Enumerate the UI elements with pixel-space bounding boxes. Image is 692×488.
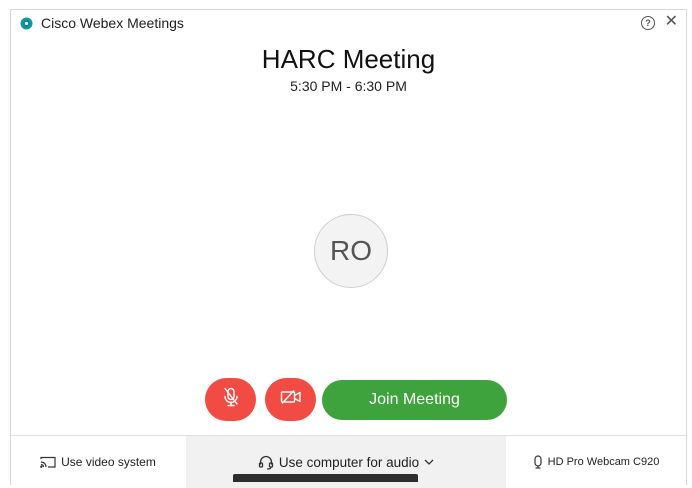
camera-selector[interactable]: HD Pro Webcam C920	[506, 436, 686, 488]
mute-button[interactable]	[205, 378, 256, 421]
use-video-system-label: Use video system	[61, 455, 156, 469]
meeting-time: 5:30 PM - 6:30 PM	[290, 78, 407, 94]
cast-icon	[40, 456, 56, 468]
avatar: RO	[314, 214, 388, 288]
webcam-icon	[533, 455, 543, 469]
title-bar: Cisco Webex Meetings ? ✕	[11, 10, 686, 36]
camera-off-icon	[280, 389, 302, 410]
chevron-down-icon	[424, 459, 434, 465]
webex-logo-icon	[20, 17, 33, 30]
close-icon[interactable]: ✕	[665, 13, 678, 31]
overlay-strip	[233, 474, 418, 482]
audio-option-label: Use computer for audio	[278, 454, 420, 470]
use-video-system-button[interactable]: Use video system	[11, 436, 185, 488]
camera-label: HD Pro Webcam C920	[547, 456, 660, 468]
headset-icon	[258, 455, 274, 470]
webex-window: Cisco Webex Meetings ? ✕ HARC Meeting 5:…	[10, 9, 687, 488]
help-icon[interactable]: ?	[641, 16, 655, 30]
app-title: Cisco Webex Meetings	[41, 15, 184, 31]
video-toggle-button[interactable]	[265, 378, 316, 421]
microphone-muted-icon	[222, 387, 240, 412]
meeting-title: HARC Meeting	[261, 44, 436, 74]
join-meeting-button[interactable]: Join Meeting	[322, 380, 507, 420]
